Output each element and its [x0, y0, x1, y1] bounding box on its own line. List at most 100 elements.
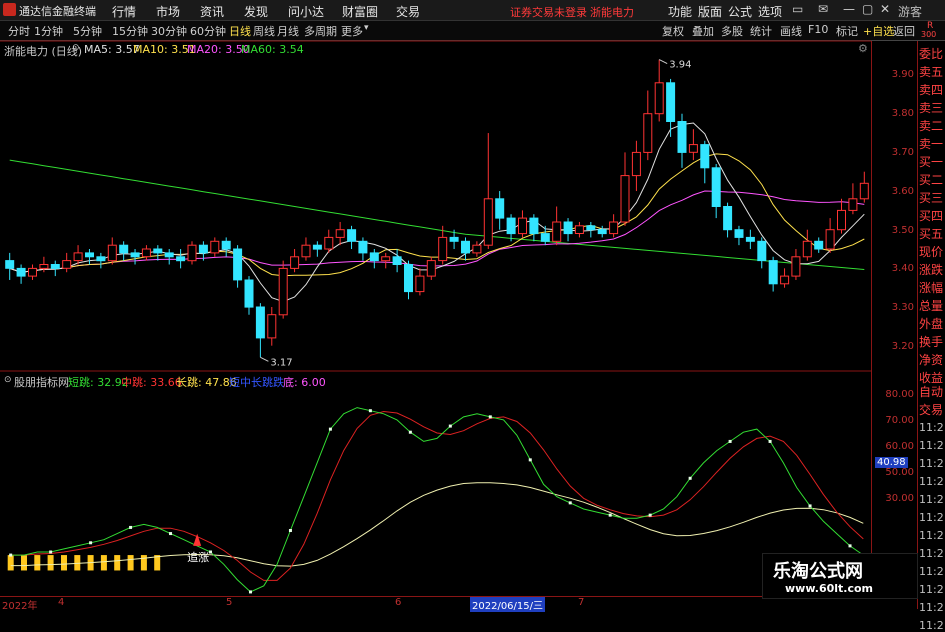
- candle: [666, 82, 676, 123]
- candle: [244, 279, 254, 308]
- candle: [723, 206, 733, 231]
- short-dot: [488, 415, 492, 419]
- candle: [358, 240, 368, 254]
- candle: [802, 240, 812, 258]
- candle: [643, 113, 653, 153]
- candle: [426, 260, 436, 277]
- candle: [85, 252, 94, 258]
- candle: [700, 144, 710, 169]
- candle: [369, 252, 379, 262]
- candle: [210, 240, 220, 254]
- short-dot: [688, 476, 692, 480]
- candle: [711, 167, 721, 208]
- candle: [631, 151, 641, 177]
- low-label: 3.17: [270, 357, 292, 368]
- bottom-bar: [140, 555, 147, 571]
- candle: [780, 275, 790, 285]
- short-dot: [9, 553, 13, 557]
- candle: [335, 229, 345, 238]
- candle: [609, 221, 619, 235]
- candle: [290, 256, 300, 269]
- bottom-bar: [47, 555, 54, 571]
- candle: [5, 260, 15, 269]
- candle: [597, 229, 607, 235]
- candle: [563, 221, 573, 235]
- candle: [495, 198, 505, 219]
- watermark-url: www.60lt.com: [785, 582, 874, 595]
- bottom-bar: [114, 555, 121, 571]
- candle: [415, 275, 425, 293]
- candle: [552, 221, 562, 242]
- bottom-bar: [34, 555, 41, 571]
- candle: [825, 229, 835, 250]
- candle: [518, 217, 527, 235]
- short-dot: [408, 430, 412, 434]
- short-dot: [728, 439, 732, 443]
- candle: [278, 267, 288, 316]
- short-dot: [328, 427, 332, 431]
- short-dot: [129, 525, 133, 529]
- short-dot: [209, 550, 213, 554]
- candle: [734, 229, 744, 238]
- candle: [677, 121, 687, 153]
- candle: [848, 198, 858, 211]
- candle: [392, 256, 402, 265]
- short-dot: [648, 513, 652, 517]
- candle: [255, 306, 265, 339]
- candle: [814, 240, 824, 250]
- candle: [381, 256, 391, 262]
- short-dot: [808, 504, 812, 508]
- bottom-bar: [100, 555, 107, 571]
- short-dot: [568, 501, 572, 505]
- short-dot: [169, 532, 173, 536]
- bottom-bar: [127, 555, 134, 571]
- candle: [324, 236, 334, 250]
- short-dot: [248, 590, 252, 594]
- mid-line: [10, 410, 864, 581]
- short-dot: [528, 458, 532, 462]
- high-marker: [658, 59, 668, 65]
- bottom-bar: [74, 555, 81, 571]
- candle: [312, 244, 322, 250]
- ma5-line: [9, 122, 865, 303]
- candle: [472, 244, 482, 254]
- candle: [461, 240, 470, 254]
- watermark: 乐淘公式网 www.60lt.com: [762, 553, 918, 599]
- signal-text: 追涨: [187, 550, 209, 564]
- candle: [791, 256, 801, 277]
- candle: [119, 244, 129, 254]
- candle: [688, 144, 698, 153]
- candle: [540, 233, 550, 242]
- candle: [187, 244, 197, 262]
- candle: [267, 314, 277, 339]
- bottom-bar: [61, 555, 67, 571]
- long-line: [10, 482, 864, 567]
- candle: [859, 182, 869, 200]
- candle: [141, 248, 151, 258]
- candle: [837, 209, 846, 231]
- candle: [233, 248, 243, 281]
- candle: [404, 264, 413, 293]
- candle: [506, 217, 516, 235]
- candle: [164, 252, 174, 258]
- candle: [62, 260, 72, 269]
- candle: [96, 256, 106, 262]
- sidebar-item[interactable]: 11:2: [919, 619, 945, 632]
- short-dot: [608, 513, 612, 517]
- short-dot: [89, 541, 93, 545]
- candle: [586, 225, 596, 231]
- candle: [198, 244, 208, 254]
- candle: [757, 240, 767, 262]
- watermark-name: 乐淘公式网: [773, 561, 863, 582]
- candle: [654, 82, 664, 115]
- candle: [50, 264, 60, 269]
- short-line: [10, 407, 864, 593]
- kline-chart[interactable]: 3.94 3.17 追涨: [0, 0, 945, 609]
- candle: [301, 244, 311, 258]
- candle: [28, 267, 37, 277]
- ma10-line: [9, 153, 865, 277]
- short-dot: [768, 439, 772, 443]
- candle: [221, 240, 231, 250]
- low-marker: [260, 356, 269, 362]
- short-dot: [288, 529, 292, 532]
